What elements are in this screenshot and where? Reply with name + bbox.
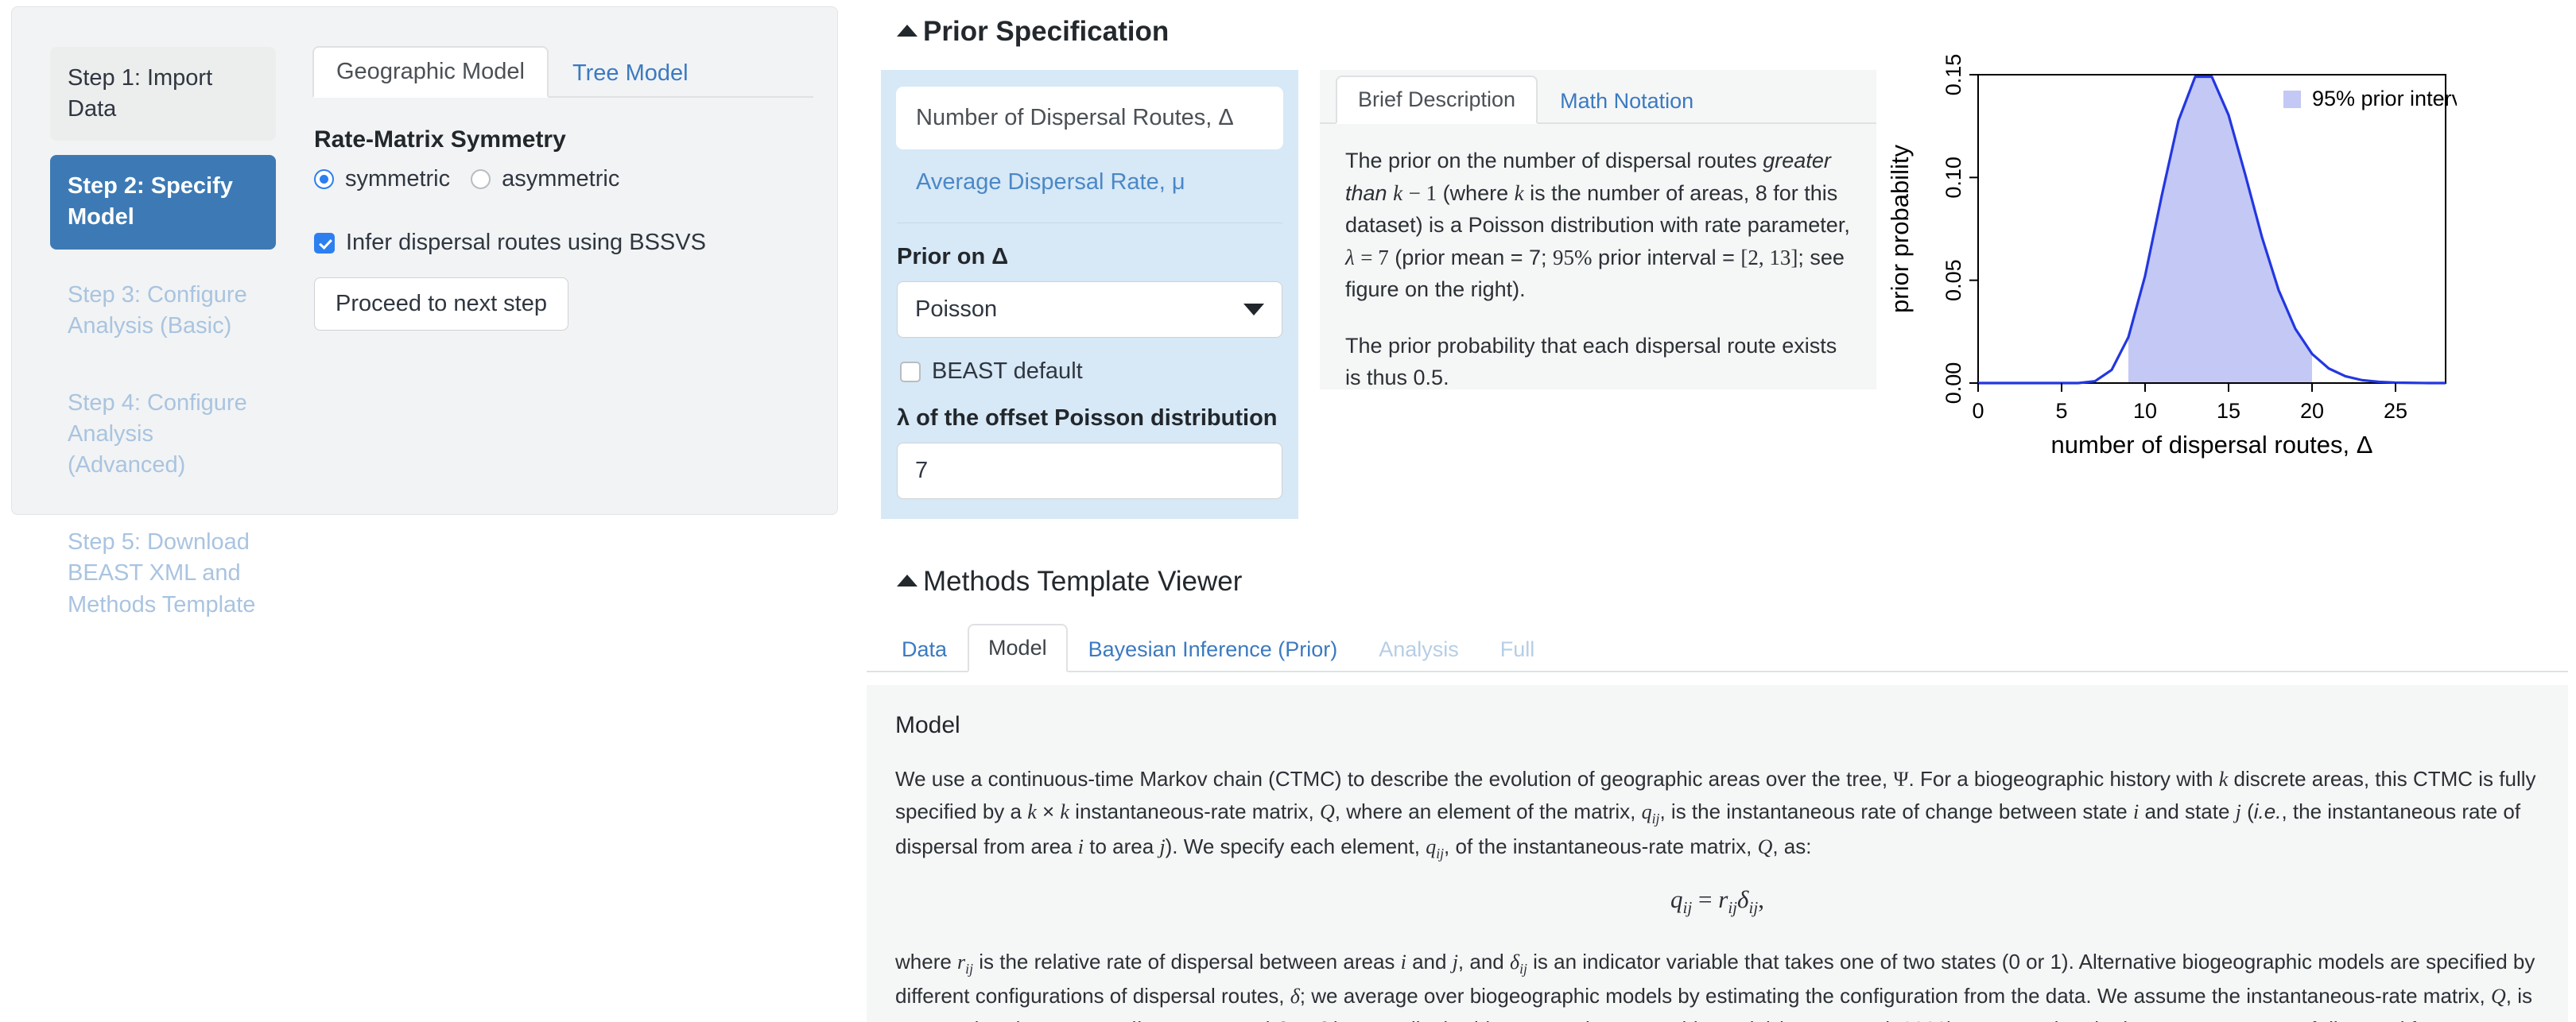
beast-default-label: BEAST default — [932, 358, 1083, 385]
caret-up-icon — [897, 25, 918, 37]
svg-text:0.10: 0.10 — [1942, 157, 1965, 199]
caret-up-icon — [897, 575, 918, 586]
tab-brief-description[interactable]: Brief Description — [1336, 75, 1538, 124]
svg-text:95% prior interval: 95% prior interval — [2312, 87, 2457, 110]
wizard-card: Step 1: Import Data Step 2: Specify Mode… — [11, 6, 838, 515]
sidebar-item-step-3[interactable]: Step 3: Configure Analysis (Basic) — [50, 264, 276, 358]
svg-text:25: 25 — [2384, 399, 2407, 423]
app-root: Step 1: Import Data Step 2: Specify Mode… — [0, 0, 2576, 1022]
radio-option-asymmetric[interactable]: asymmetric — [471, 166, 619, 192]
tab-analysis: Analysis — [1358, 625, 1480, 672]
methods-template-tabs: Data Model Bayesian Inference (Prior) An… — [867, 620, 2568, 672]
prior-specification-header[interactable]: Prior Specification — [897, 16, 1169, 48]
svg-text:0.00: 0.00 — [1942, 362, 1965, 405]
beast-default-checkbox-row[interactable]: BEAST default — [900, 358, 1298, 385]
prior-specification-title: Prior Specification — [923, 16, 1169, 48]
tab-full: Full — [1480, 625, 1556, 672]
rate-matrix-symmetry-heading: Rate-Matrix Symmetry — [314, 126, 566, 153]
lambda-input[interactable] — [897, 443, 1282, 499]
tab-number-of-dispersal-routes[interactable]: Number of Dispersal Routes, Δ — [897, 87, 1282, 149]
wizard-step-list: Step 1: Import Data Step 2: Specify Mode… — [50, 47, 276, 651]
tab-geographic-model[interactable]: Geographic Model — [312, 46, 549, 98]
svg-text:prior probability: prior probability — [1886, 145, 1914, 313]
sidebar-item-step-1[interactable]: Step 1: Import Data — [50, 47, 276, 141]
methods-template-viewer-header[interactable]: Methods Template Viewer — [897, 566, 1242, 598]
lambda-label: λ of the offset Poisson distribution — [897, 405, 1298, 432]
model-paragraph-2: where rij is the relative rate of disper… — [895, 946, 2539, 1022]
tab-tree-model[interactable]: Tree Model — [549, 48, 712, 98]
sidebar-item-step-4[interactable]: Step 4: Configure Analysis (Advanced) — [50, 372, 276, 497]
svg-text:15: 15 — [2217, 399, 2240, 423]
prior-distribution-selected-value: Poisson — [915, 296, 997, 323]
sidebar-item-step-2[interactable]: Step 2: Specify Model — [50, 155, 276, 249]
radio-option-symmetric[interactable]: symmetric — [314, 166, 450, 192]
prior-distribution-select[interactable]: Poisson — [897, 281, 1282, 338]
model-tabs: Geographic Model Tree Model — [312, 42, 813, 98]
description-paragraph-2: The prior probability that each dispersa… — [1345, 330, 1852, 394]
rate-matrix-symmetry-radio-group: symmetric asymmetric — [314, 166, 619, 192]
model-section-title: Model — [895, 712, 2539, 739]
prior-on-delta-label: Prior on Δ — [897, 244, 1298, 270]
radio-label-asymmetric: asymmetric — [502, 166, 619, 192]
tab-data[interactable]: Data — [881, 625, 968, 672]
description-paragraph-1: The prior on the number of dispersal rou… — [1345, 145, 1852, 306]
svg-text:20: 20 — [2300, 399, 2324, 423]
tab-bayesian-inference-prior[interactable]: Bayesian Inference (Prior) — [1068, 625, 1359, 672]
sidebar-item-step-5[interactable]: Step 5: Download BEAST XML and Methods T… — [50, 511, 276, 636]
prior-chart-svg: 0 5 10 15 20 25 0.00 0.05 0.10 0.15 number of disp… — [1884, 46, 2457, 461]
svg-text:0.05: 0.05 — [1942, 259, 1965, 301]
tab-model[interactable]: Model — [968, 624, 1068, 672]
checkbox-empty-icon[interactable] — [900, 362, 921, 382]
proceed-to-next-step-button[interactable]: Proceed to next step — [314, 277, 568, 331]
svg-text:0.15: 0.15 — [1942, 54, 1965, 96]
methods-template-content: Model We use a continuous-time Markov ch… — [867, 685, 2568, 1022]
prior-parameter-tabs: Number of Dispersal Routes, Δ Average Di… — [881, 70, 1298, 213]
bssvs-checkbox-label: Infer dispersal routes using BSSVS — [346, 230, 706, 256]
checkmark-icon[interactable] — [314, 233, 335, 254]
bssvs-checkbox-row[interactable]: Infer dispersal routes using BSSVS — [314, 230, 706, 256]
svg-text:0: 0 — [1972, 399, 1984, 423]
description-tabs: Brief Description Math Notation — [1320, 70, 1876, 124]
prior-specification-panel: Number of Dispersal Routes, Δ Average Di… — [881, 70, 1298, 519]
description-body: The prior on the number of dispersal rou… — [1320, 124, 1876, 394]
model-paragraph-1: We use a continuous-time Markov chain (C… — [895, 763, 2539, 865]
tab-math-notation[interactable]: Math Notation — [1538, 77, 1716, 124]
tab-average-dispersal-rate[interactable]: Average Dispersal Rate, μ — [897, 155, 1282, 213]
methods-template-viewer-title: Methods Template Viewer — [923, 566, 1242, 598]
model-equation: qij = rijδij, — [895, 885, 2539, 918]
radio-filled-icon[interactable] — [314, 169, 334, 189]
svg-text:number of dispersal routes, Δ: number of dispersal routes, Δ — [2051, 431, 2373, 459]
prior-distribution-chart: 0 5 10 15 20 25 0.00 0.05 0.10 0.15 number of disp… — [1884, 46, 2457, 461]
radio-label-symmetric: symmetric — [345, 166, 450, 192]
radio-empty-icon[interactable] — [471, 169, 491, 189]
svg-text:5: 5 — [2055, 399, 2067, 423]
svg-text:10: 10 — [2133, 399, 2157, 423]
prior-description-card: Brief Description Math Notation The prio… — [1320, 70, 1876, 389]
chevron-down-icon — [1243, 304, 1264, 316]
